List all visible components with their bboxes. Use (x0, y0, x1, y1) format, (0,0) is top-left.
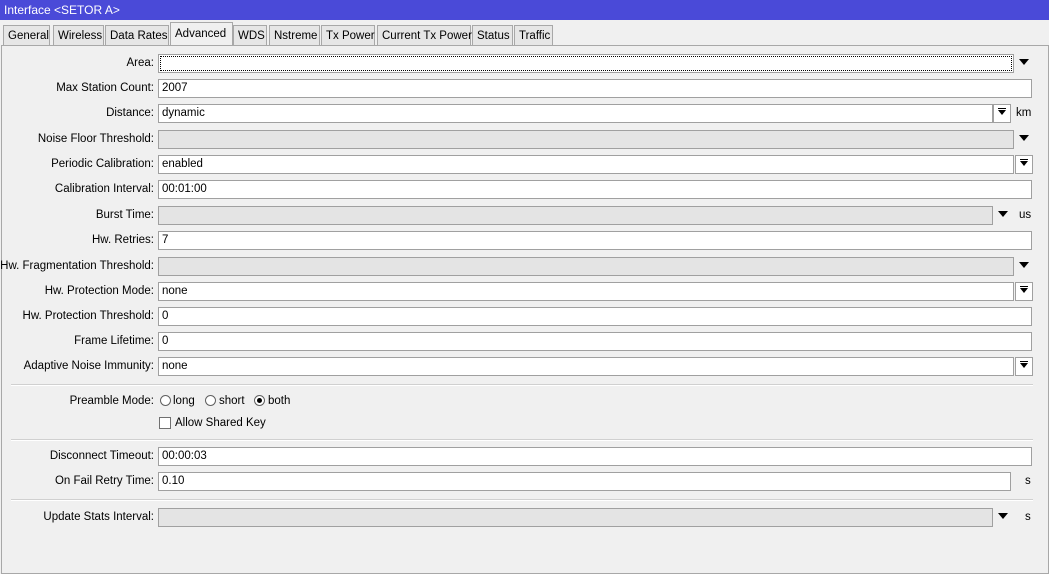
on-fail-retry-time-row: On Fail Retry Time: 0.10 s (2, 472, 1048, 491)
tab-wireless[interactable]: Wireless (53, 25, 104, 45)
burst-time-label: Burst Time: (95, 209, 154, 221)
hw-fragmentation-threshold-input[interactable] (158, 257, 1014, 276)
preamble-both-radio[interactable] (254, 395, 265, 406)
hw-protection-mode-label: Hw. Protection Mode: (44, 285, 154, 297)
burst-time-input[interactable] (158, 206, 993, 225)
max-station-count-row: Max Station Count: 2007 (2, 79, 1048, 98)
noise-floor-dropdown-arrow-icon[interactable] (1019, 135, 1029, 141)
burst-time-dropdown-arrow-icon[interactable] (998, 211, 1008, 217)
burst-time-row: Burst Time: us (2, 206, 1048, 225)
calibration-interval-input[interactable]: 00:01:00 (158, 180, 1032, 199)
on-fail-retry-time-unit: s (1025, 475, 1031, 487)
tab-current-tx-power[interactable]: Current Tx Power (377, 25, 472, 45)
frame-lifetime-label: Frame Lifetime: (74, 335, 154, 347)
tab-data-rates[interactable]: Data Rates (105, 25, 169, 45)
preamble-mode-row: Preamble Mode: long short both (2, 392, 1048, 411)
preamble-mode-label: Preamble Mode: (69, 395, 154, 407)
max-station-count-label: Max Station Count: (56, 82, 154, 94)
window-title: Interface <SETOR A> (0, 0, 1049, 20)
update-stats-interval-input[interactable] (158, 508, 993, 527)
area-dropdown-arrow-icon[interactable] (1019, 59, 1029, 65)
calibration-interval-row: Calibration Interval: 00:01:00 (2, 180, 1048, 199)
hw-retries-label: Hw. Retries: (92, 234, 154, 246)
distance-input[interactable]: dynamic (158, 104, 993, 123)
disconnect-timeout-label: Disconnect Timeout: (49, 450, 154, 462)
frame-lifetime-row: Frame Lifetime: 0 (2, 332, 1048, 351)
hw-fragmentation-threshold-label: Hw. Fragmentation Threshold: (0, 260, 154, 272)
hw-protection-threshold-input[interactable]: 0 (158, 307, 1032, 326)
tab-tx-power[interactable]: Tx Power (321, 25, 375, 45)
distance-row: Distance: dynamic km (2, 104, 1048, 123)
advanced-panel: Area: Max Station Count: 2007 Distance: … (0, 45, 1049, 574)
hw-fragmentation-dropdown-arrow-icon[interactable] (1019, 262, 1029, 268)
noise-floor-threshold-input[interactable] (158, 130, 1014, 149)
hw-protection-mode-select[interactable]: none (158, 282, 1014, 301)
preamble-long-radio[interactable] (160, 395, 171, 406)
noise-floor-threshold-row: Noise Floor Threshold: (2, 130, 1048, 149)
hw-protection-threshold-label: Hw. Protection Threshold: (22, 310, 154, 322)
area-input[interactable] (158, 54, 1014, 73)
area-row: Area: (2, 54, 1048, 73)
periodic-calibration-select[interactable]: enabled (158, 155, 1014, 174)
section-divider (11, 439, 1033, 441)
calibration-interval-label: Calibration Interval: (54, 183, 154, 195)
burst-time-unit: us (1019, 209, 1032, 221)
frame-lifetime-input[interactable]: 0 (158, 332, 1032, 351)
adaptive-noise-immunity-dropdown-icon[interactable] (1015, 357, 1033, 376)
noise-floor-threshold-label: Noise Floor Threshold: (37, 133, 154, 145)
update-stats-interval-row: Update Stats Interval: s (2, 508, 1048, 527)
hw-retries-input[interactable]: 7 (158, 231, 1032, 250)
periodic-calibration-row: Periodic Calibration: enabled (2, 155, 1048, 174)
adaptive-noise-immunity-row: Adaptive Noise Immunity: none (2, 357, 1048, 376)
distance-dropdown-icon[interactable] (993, 104, 1011, 123)
adaptive-noise-immunity-label: Adaptive Noise Immunity: (23, 360, 154, 372)
section-divider (11, 499, 1033, 501)
hw-protection-mode-row: Hw. Protection Mode: none (2, 282, 1048, 301)
tab-general[interactable]: General (3, 25, 50, 45)
hw-retries-row: Hw. Retries: 7 (2, 231, 1048, 250)
preamble-short-label[interactable]: short (219, 392, 245, 411)
tab-wds[interactable]: WDS (233, 25, 267, 45)
section-divider (11, 384, 1033, 386)
tab-traffic[interactable]: Traffic (514, 25, 553, 45)
preamble-short-radio[interactable] (205, 395, 216, 406)
preamble-long-label[interactable]: long (173, 392, 195, 411)
disconnect-timeout-row: Disconnect Timeout: 00:00:03 (2, 447, 1048, 466)
update-stats-dropdown-arrow-icon[interactable] (998, 513, 1008, 519)
hw-protection-threshold-row: Hw. Protection Threshold: 0 (2, 307, 1048, 326)
hw-fragmentation-threshold-row: Hw. Fragmentation Threshold: (0, 257, 1048, 276)
periodic-calibration-dropdown-icon[interactable] (1015, 155, 1033, 174)
preamble-both-label[interactable]: both (268, 392, 290, 411)
max-station-count-input[interactable]: 2007 (158, 79, 1032, 98)
on-fail-retry-time-input[interactable]: 0.10 (158, 472, 1011, 491)
allow-shared-key-label[interactable]: Allow Shared Key (175, 414, 266, 433)
on-fail-retry-time-label: On Fail Retry Time: (54, 475, 154, 487)
distance-label: Distance: (106, 107, 154, 119)
disconnect-timeout-input[interactable]: 00:00:03 (158, 447, 1032, 466)
tab-advanced[interactable]: Advanced (170, 22, 233, 45)
area-label: Area: (126, 57, 155, 69)
update-stats-interval-unit: s (1025, 511, 1031, 523)
update-stats-interval-label: Update Stats Interval: (43, 511, 154, 523)
hw-protection-mode-dropdown-icon[interactable] (1015, 282, 1033, 301)
periodic-calibration-label: Periodic Calibration: (51, 158, 154, 170)
allow-shared-key-checkbox[interactable] (159, 417, 171, 429)
adaptive-noise-immunity-select[interactable]: none (158, 357, 1014, 376)
distance-unit: km (1016, 107, 1032, 119)
tab-nstreme[interactable]: Nstreme (269, 25, 320, 45)
tab-status[interactable]: Status (472, 25, 513, 45)
allow-shared-key-row: Allow Shared Key (2, 414, 1048, 433)
